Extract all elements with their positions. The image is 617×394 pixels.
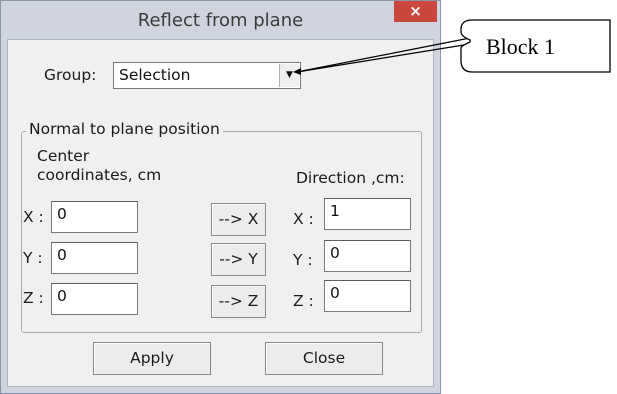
- center-y-value: 0: [57, 246, 67, 264]
- group-selected-value: Selection: [119, 66, 191, 84]
- normal-plane-legend: Normal to plane position: [26, 120, 223, 138]
- center-y-label: Y :: [23, 249, 43, 267]
- center-heading-line1: Center: [37, 147, 90, 165]
- block-1-callout: Block 1: [458, 18, 612, 74]
- center-z-input[interactable]: 0: [51, 283, 138, 315]
- close-icon: ×: [409, 2, 422, 20]
- close-window-button[interactable]: ×: [394, 1, 437, 22]
- group-label: Group:: [44, 66, 97, 84]
- copy-z-button[interactable]: --> Z: [211, 285, 266, 318]
- direction-x-label: X :: [293, 210, 314, 228]
- copy-y-button[interactable]: --> Y: [211, 243, 266, 276]
- direction-z-value: 0: [330, 284, 340, 302]
- direction-y-label: Y :: [293, 251, 313, 269]
- center-z-label: Z :: [23, 289, 44, 307]
- dialog-title: Reflect from plane: [137, 10, 304, 31]
- close-button[interactable]: Close: [265, 342, 383, 375]
- direction-x-value: 1: [330, 202, 340, 220]
- center-x-input[interactable]: 0: [51, 201, 138, 233]
- group-select[interactable]: Selection ▼: [113, 62, 301, 89]
- direction-z-label: Z :: [293, 292, 314, 310]
- center-z-value: 0: [57, 287, 67, 305]
- center-x-label: X :: [23, 208, 44, 226]
- direction-y-input[interactable]: 0: [324, 240, 411, 272]
- dialog-client-area: Group: Selection ▼ Normal to plane posit…: [7, 39, 434, 387]
- apply-button[interactable]: Apply: [93, 342, 211, 375]
- callout-label: Block 1: [486, 34, 556, 59]
- center-heading-line2: coordinates, cm: [37, 166, 162, 184]
- center-y-input[interactable]: 0: [51, 242, 138, 274]
- center-x-value: 0: [57, 205, 67, 223]
- direction-x-input[interactable]: 1: [324, 198, 411, 230]
- copy-x-button[interactable]: --> X: [211, 203, 266, 236]
- reflect-dialog: Reflect from plane × Group: Selection ▼ …: [0, 0, 441, 394]
- chevron-down-icon[interactable]: ▼: [279, 64, 299, 87]
- direction-y-value: 0: [330, 244, 340, 262]
- direction-z-input[interactable]: 0: [324, 280, 411, 312]
- direction-heading: Direction ,cm:: [296, 169, 405, 187]
